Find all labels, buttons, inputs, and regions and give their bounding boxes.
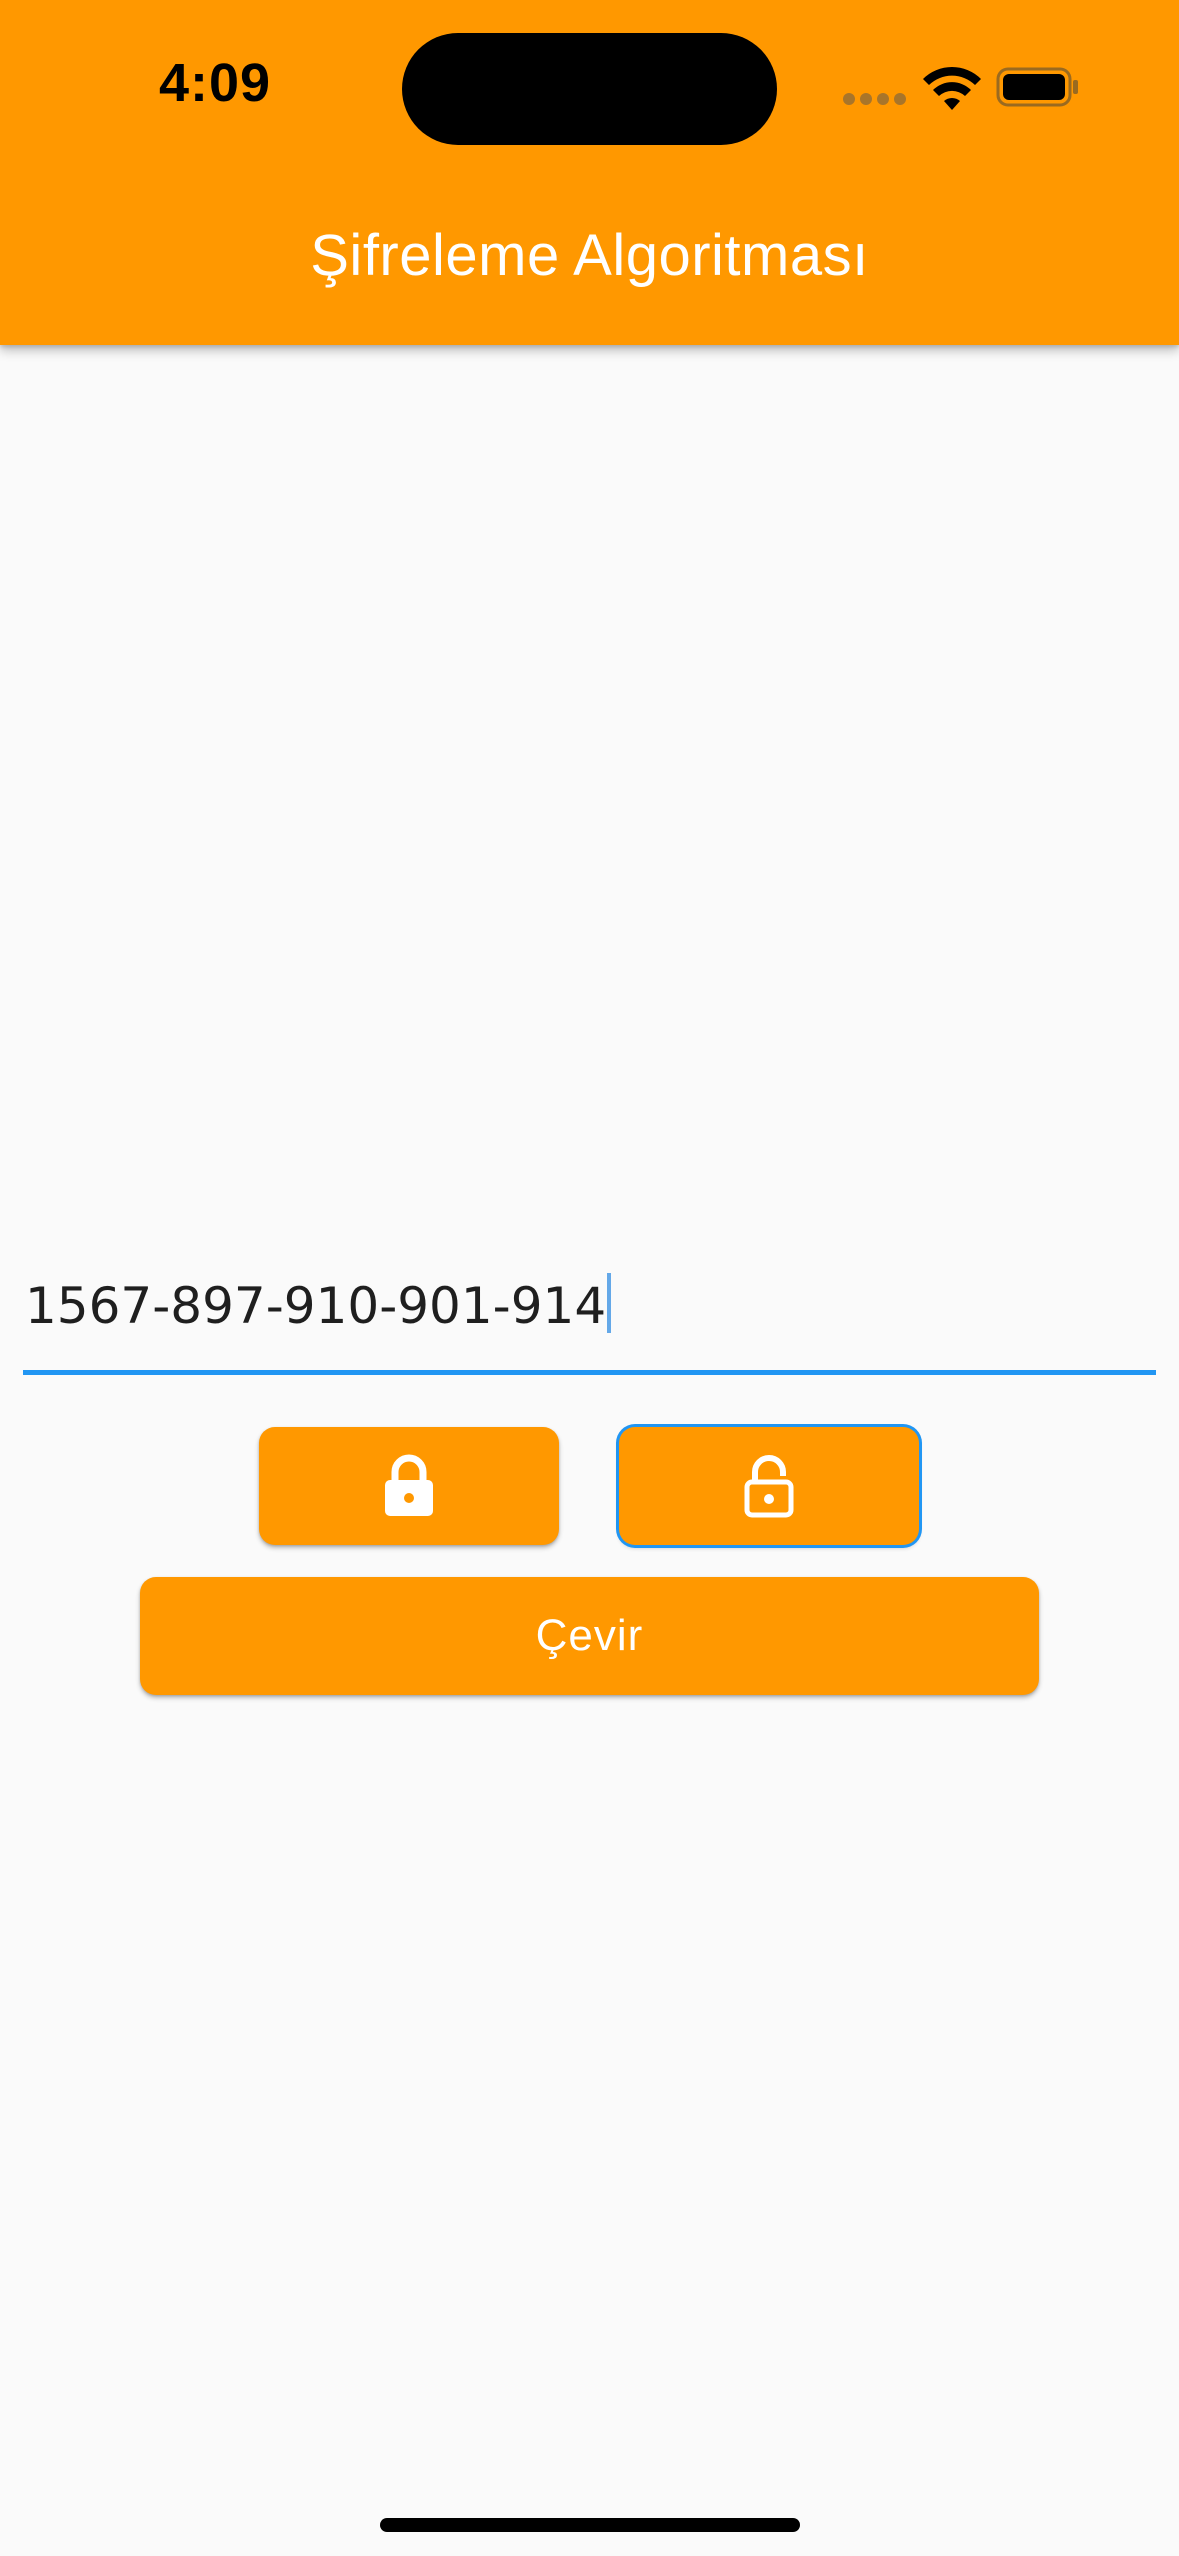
encrypt-button[interactable] [259, 1427, 559, 1545]
decrypt-button[interactable] [619, 1427, 919, 1545]
cellular-signal-icon [843, 93, 906, 107]
text-cursor [607, 1273, 612, 1333]
convert-button-label: Çevir [535, 1611, 644, 1660]
convert-button[interactable]: Çevir [140, 1577, 1039, 1695]
status-time: 4:09 [158, 53, 272, 113]
lock-icon [385, 1454, 433, 1516]
wifi-icon [923, 66, 981, 110]
battery-icon [996, 67, 1078, 107]
cipher-text-value: 1567-897-910-901-914 [25, 1277, 607, 1335]
page-title: Şifreleme Algoritması [310, 223, 869, 288]
home-indicator [380, 2518, 800, 2532]
dynamic-island [402, 33, 777, 145]
input-underline [23, 1370, 1156, 1375]
cipher-text-input[interactable]: 1567-897-910-901-914 [23, 1260, 1156, 1375]
unlock-icon [744, 1455, 794, 1518]
app-bar: 4:09 Şifreleme Algoritması [0, 0, 1179, 345]
